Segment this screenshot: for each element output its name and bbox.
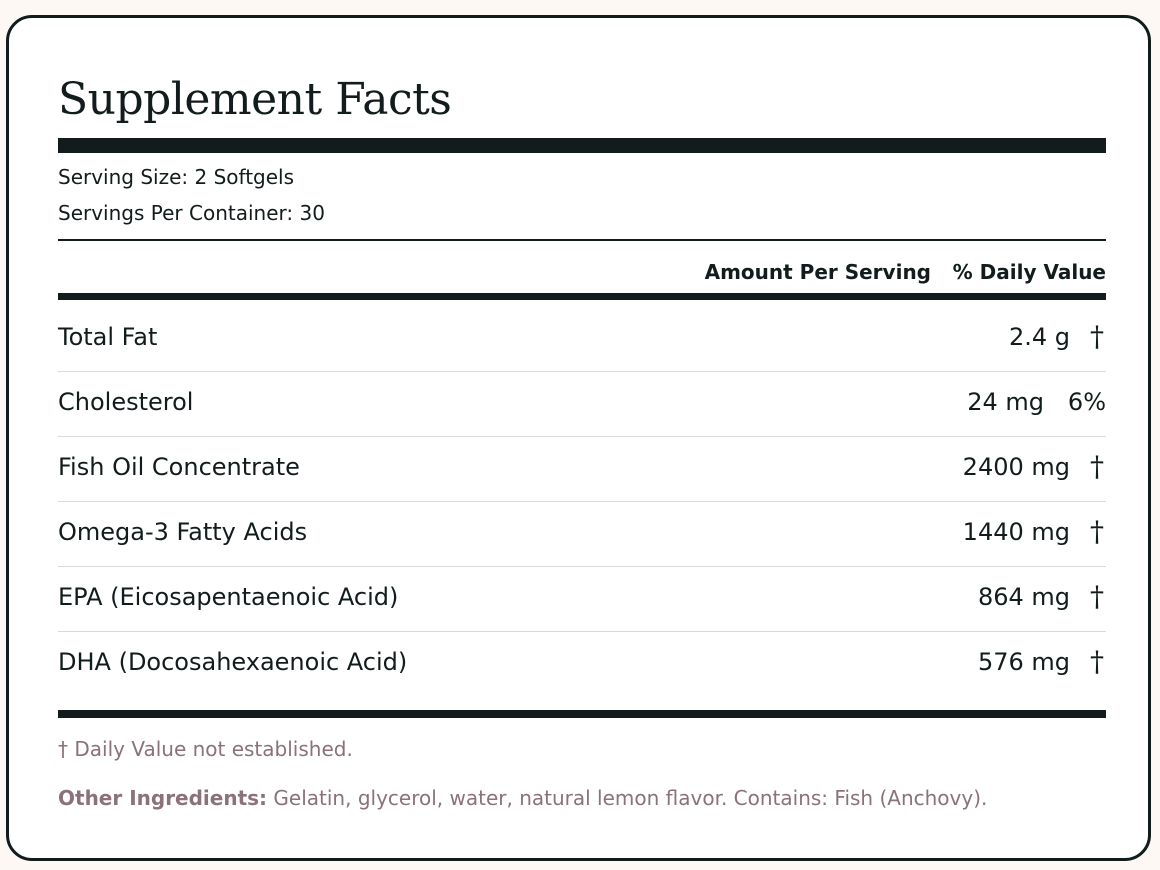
table-row: Omega-3 Fatty Acids 1440 mg † [58, 502, 1106, 567]
daily-value-footnote: † Daily Value not established. [58, 737, 353, 761]
other-ingredients-text: Gelatin, glycerol, water, natural lemon … [267, 786, 988, 810]
nutrient-amount: 2.4 g [1008, 323, 1070, 351]
other-ingredients-label: Other Ingredients: [58, 786, 268, 810]
header-heavy-rule [58, 293, 1106, 300]
amount-per-serving-header: Amount Per Serving [704, 260, 931, 284]
nutrient-name: EPA (Eicosapentaenoic Acid) [58, 583, 399, 611]
table-row: Total Fat 2.4 g † [58, 307, 1106, 372]
daily-value-header: % Daily Value [952, 260, 1106, 284]
nutrient-daily-value: † [1090, 580, 1104, 613]
nutrient-daily-value: † [1090, 450, 1104, 483]
nutrient-name: Fish Oil Concentrate [58, 453, 300, 481]
nutrient-amount: 2400 mg [962, 453, 1070, 481]
table-row: DHA (Docosahexaenoic Acid) 576 mg † [58, 632, 1106, 697]
serving-divider [58, 239, 1106, 241]
table-row: Fish Oil Concentrate 2400 mg † [58, 437, 1106, 502]
nutrient-name: Total Fat [58, 323, 158, 351]
nutrient-table: Total Fat 2.4 g † Cholesterol 24 mg 6% F… [58, 307, 1106, 697]
table-row: Cholesterol 24 mg 6% [58, 372, 1106, 437]
nutrient-name: Cholesterol [58, 388, 194, 416]
nutrient-name: DHA (Docosahexaenoic Acid) [58, 648, 408, 676]
nutrient-daily-value: † [1090, 320, 1104, 353]
servings-per-container: Servings Per Container: 30 [58, 201, 325, 225]
page-title: Supplement Facts [58, 74, 452, 125]
supplement-facts-card: Supplement Facts Serving Size: 2 Softgel… [6, 15, 1151, 861]
top-heavy-rule [58, 138, 1106, 153]
nutrient-amount: 1440 mg [962, 518, 1070, 546]
nutrient-amount: 24 mg [967, 388, 1044, 416]
serving-size: Serving Size: 2 Softgels [58, 165, 295, 189]
nutrient-amount: 864 mg [977, 583, 1070, 611]
table-row: EPA (Eicosapentaenoic Acid) 864 mg † [58, 567, 1106, 632]
nutrient-daily-value: 6% [1067, 388, 1106, 416]
nutrient-daily-value: † [1090, 515, 1104, 548]
bottom-heavy-rule [58, 710, 1106, 718]
nutrient-daily-value: † [1090, 645, 1104, 678]
nutrient-amount: 576 mg [977, 648, 1070, 676]
other-ingredients: Other Ingredients: Gelatin, glycerol, wa… [58, 786, 987, 810]
nutrient-name: Omega-3 Fatty Acids [58, 518, 308, 546]
